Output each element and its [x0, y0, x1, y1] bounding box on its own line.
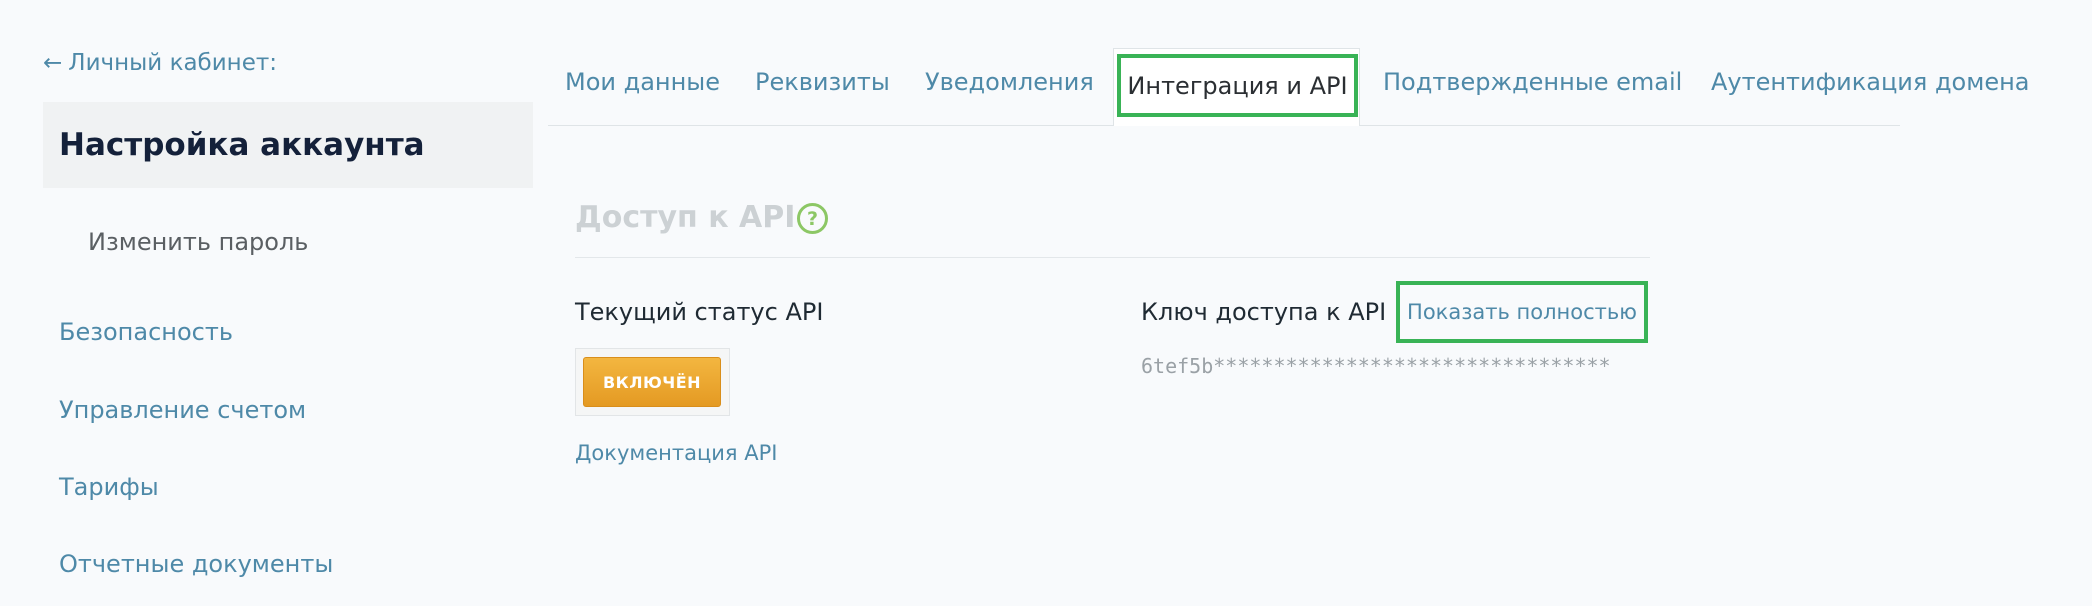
tab-integration-api[interactable]: Интеграция и API — [1117, 54, 1358, 117]
api-status-toggle-button[interactable]: ВКЛЮЧЁН — [583, 357, 721, 407]
sidebar-item-billing[interactable]: Управление счетом — [59, 396, 306, 424]
tab-integration-api-label: Интеграция и API — [1127, 71, 1348, 100]
show-full-key-link[interactable]: Показать полностью — [1396, 281, 1648, 343]
sidebar-item-tariffs[interactable]: Тарифы — [59, 473, 159, 501]
tab-domain-auth[interactable]: Аутентификация домена — [1711, 68, 2030, 96]
sidebar-active-label: Настройка аккаунта — [59, 127, 425, 163]
api-docs-link[interactable]: Документация API — [575, 441, 777, 465]
api-status-button-label: ВКЛЮЧЁН — [602, 372, 702, 392]
sidebar-item-security[interactable]: Безопасность — [59, 318, 233, 346]
tab-notifications[interactable]: Уведомления — [925, 68, 1094, 96]
sidebar-subitem-change-password[interactable]: Изменить пароль — [88, 228, 308, 256]
api-key-label: Ключ доступа к API — [1141, 298, 1387, 326]
back-link-label: Личный кабинет: — [68, 50, 278, 76]
tab-requisites[interactable]: Реквизиты — [755, 68, 890, 96]
sidebar-item-reports[interactable]: Отчетные документы — [59, 550, 333, 578]
question-circle-icon[interactable]: ? — [797, 203, 828, 234]
section-divider — [575, 257, 1650, 258]
tab-my-data[interactable]: Мои данные — [565, 68, 720, 96]
api-key-value: 6tef5b********************************* — [1141, 354, 1611, 378]
back-to-cabinet-link[interactable]: ← Личный кабинет: — [43, 50, 277, 76]
tab-confirmed-emails[interactable]: Подтвержденные email — [1383, 68, 1682, 96]
show-full-key-label: Показать полностью — [1407, 300, 1637, 324]
arrow-left-icon: ← — [43, 50, 63, 76]
api-status-label: Текущий статус API — [575, 298, 824, 326]
sidebar-item-account-settings[interactable]: Настройка аккаунта — [43, 102, 533, 188]
section-title: Доступ к API — [575, 200, 796, 235]
